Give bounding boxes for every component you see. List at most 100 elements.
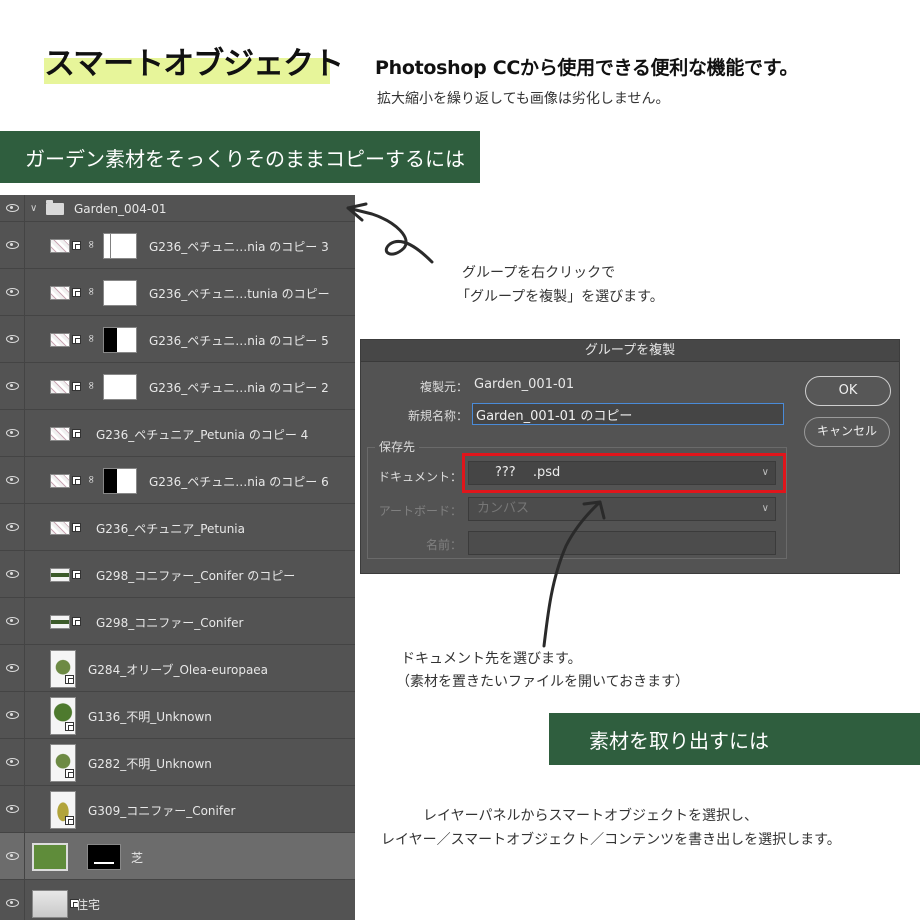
layer-thumbnail (50, 332, 70, 347)
layer-row[interactable]: G309_コニファー_Conifer (0, 786, 355, 833)
smart-object-icon (72, 381, 81, 391)
visibility-toggle[interactable] (0, 551, 25, 597)
title-block: スマートオブジェクト (44, 42, 344, 86)
page-subtitle: Photoshop CCから使用できる便利な機能です。 (375, 57, 799, 79)
link-icon[interactable]: ∞ (85, 474, 98, 483)
artboard-label: アートボード： (378, 504, 462, 518)
layer-name: G236_ペチュニア_Petunia (96, 521, 245, 536)
layer-name: G282_不明_Unknown (88, 756, 212, 771)
group-name: Garden_004-01 (74, 202, 167, 216)
visibility-toggle[interactable] (0, 195, 25, 221)
annotation-document-1: ドキュメント先を選びます。 (401, 651, 582, 667)
visibility-toggle[interactable] (0, 222, 25, 268)
eye-icon (5, 570, 19, 578)
arrow-to-group (346, 202, 434, 264)
layer-row[interactable]: G298_コニファー_Conifer のコピー (0, 551, 355, 598)
layer-row[interactable]: ∞ G236_ペチュニ…nia のコピー 3 (0, 222, 355, 269)
layer-row[interactable]: ∞ G236_ペチュニ…nia のコピー 6 (0, 457, 355, 504)
layer-thumbnail (32, 889, 68, 918)
visibility-toggle[interactable] (0, 410, 25, 456)
layer-mask-thumbnail[interactable] (103, 279, 137, 306)
layer-mask-thumbnail[interactable] (103, 467, 137, 494)
link-icon[interactable]: ∞ (85, 286, 98, 295)
layer-name: 住宅 (76, 897, 101, 912)
visibility-toggle[interactable] (0, 269, 25, 315)
visibility-toggle[interactable] (0, 316, 25, 362)
layer-name: G236_ペチュニ…nia のコピー 2 (149, 380, 329, 395)
visibility-toggle[interactable] (0, 645, 25, 691)
link-icon[interactable]: ∞ (85, 380, 98, 389)
layer-thumbnail (50, 285, 70, 300)
layer-name: G298_コニファー_Conifer (96, 615, 244, 630)
layer-row[interactable]: G136_不明_Unknown (0, 692, 355, 739)
layer-name: G309_コニファー_Conifer (88, 803, 236, 818)
smart-object-icon (65, 674, 74, 684)
layer-thumbnail (50, 473, 70, 488)
smart-object-icon (72, 334, 81, 344)
folder-icon (46, 200, 64, 215)
smart-object-icon (65, 721, 74, 731)
layer-row[interactable]: G236_ペチュニア_Petunia (0, 504, 355, 551)
visibility-toggle[interactable] (0, 739, 25, 785)
artboard-select-value: カンバス (477, 501, 530, 516)
cancel-button[interactable]: キャンセル (804, 417, 890, 447)
visibility-toggle[interactable] (0, 457, 25, 503)
smart-object-icon (65, 768, 74, 778)
eye-icon (5, 758, 19, 766)
layer-row[interactable]: G282_不明_Unknown (0, 739, 355, 786)
eye-icon (5, 805, 19, 813)
eye-icon (5, 382, 19, 390)
layer-thumbnail (50, 614, 70, 629)
ok-button[interactable]: OK (805, 376, 891, 406)
name-input (468, 531, 776, 555)
eye-icon (5, 664, 19, 672)
layer-name: G284_オリーブ_Olea-europaea (88, 662, 269, 677)
layer-row[interactable]: G298_コニファー_Conifer (0, 598, 355, 645)
layer-name: G298_コニファー_Conifer のコピー (96, 568, 296, 583)
eye-icon (5, 335, 19, 343)
visibility-toggle[interactable] (0, 363, 25, 409)
eye-icon (5, 288, 19, 296)
eye-icon (5, 523, 19, 531)
source-value: Garden_001-01 (474, 377, 575, 392)
eye-icon (5, 204, 19, 212)
eye-icon (5, 241, 19, 249)
layer-row[interactable]: ∞ G236_ペチュニ…nia のコピー 2 (0, 363, 355, 410)
annotation-export-1: レイヤーパネルからスマートオブジェクトを選択し、 (423, 808, 759, 824)
new-name-input[interactable] (472, 403, 784, 425)
eye-icon (5, 476, 19, 484)
layer-thumbnail (50, 379, 70, 394)
banner-extract-heading: 素材を取り出すには (549, 713, 920, 765)
visibility-toggle[interactable] (0, 786, 25, 832)
layer-group-row[interactable]: ∨ Garden_004-01 (0, 195, 355, 222)
visibility-toggle[interactable] (0, 880, 25, 920)
eye-icon (5, 711, 19, 719)
layer-mask-thumbnail[interactable] (103, 373, 137, 400)
page-note: 拡大縮小を繰り返しても画像は劣化しません。 (377, 91, 670, 107)
layer-row[interactable]: 芝 (0, 833, 355, 880)
visibility-toggle[interactable] (0, 833, 25, 879)
layer-mask-thumbnail[interactable] (103, 326, 137, 353)
layer-row[interactable]: G236_ペチュニア_Petunia のコピー 4 (0, 410, 355, 457)
layer-row[interactable]: 住宅 (0, 880, 355, 920)
artboard-select: カンバス ∨ (468, 497, 776, 521)
highlight-frame (462, 453, 786, 493)
visibility-toggle[interactable] (0, 504, 25, 550)
layer-name: G236_ペチュニ…tunia のコピー (149, 286, 330, 301)
layer-mask-thumbnail[interactable] (103, 232, 137, 259)
layer-row[interactable]: ∞ G236_ペチュニ…tunia のコピー (0, 269, 355, 316)
layer-name: G136_不明_Unknown (88, 709, 212, 724)
chevron-down-icon[interactable]: ∨ (30, 203, 37, 214)
link-icon[interactable]: ∞ (85, 333, 98, 342)
document-label: ドキュメント： (377, 470, 462, 484)
visibility-toggle[interactable] (0, 692, 25, 738)
layer-name: 芝 (131, 850, 144, 865)
smart-object-icon (65, 815, 74, 825)
layer-mask-thumbnail[interactable] (87, 843, 121, 870)
layer-row[interactable]: ∞ G236_ペチュニ…nia のコピー 5 (0, 316, 355, 363)
layer-row[interactable]: G284_オリーブ_Olea-europaea (0, 645, 355, 692)
layer-name: G236_ペチュニ…nia のコピー 6 (149, 474, 329, 489)
visibility-toggle[interactable] (0, 598, 25, 644)
link-icon[interactable]: ∞ (85, 239, 98, 248)
dialog-title: グループを複製 (361, 340, 899, 362)
